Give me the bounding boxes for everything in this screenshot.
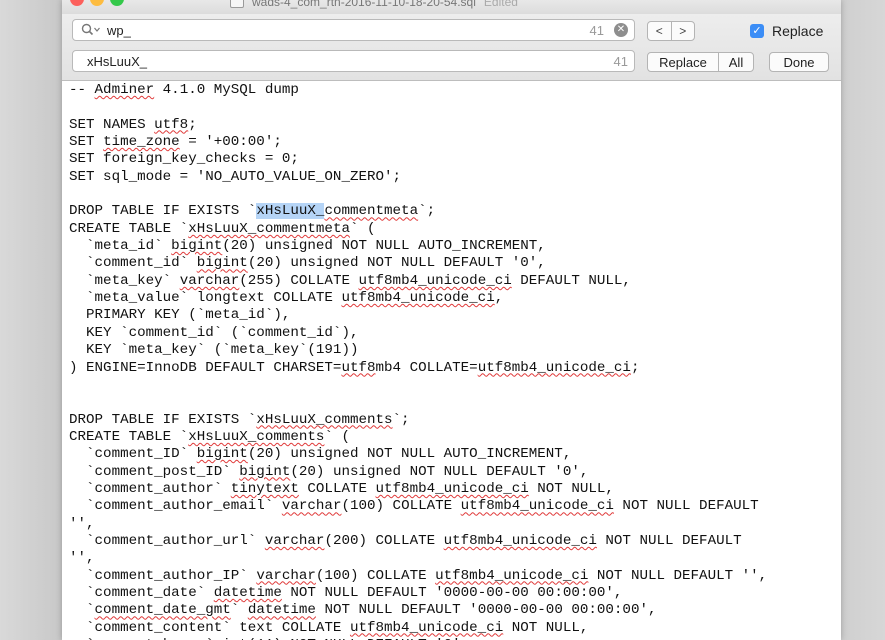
code-line: `comment_author_email` varchar(100) COLL… [69,498,759,515]
code-line: ​ [69,377,767,394]
code-line: `comment_ID` bigint(20) unsigned NOT NUL… [69,446,572,463]
window-title: wads-4_com_rtn-2016-11-10-18-20-54.sql Ed… [252,0,518,9]
search-icon[interactable] [81,23,101,37]
code-line: CREATE TABLE `xHsLuuX_comments` ( [69,428,350,445]
code-line: `comment_author_url` varchar(200) COLLAT… [69,532,742,549]
code-line: `comment_post_ID` bigint(20) unsigned NO… [69,463,589,480]
code-line: ​ [69,186,767,203]
code-line: `meta_value` longtext COLLATE utf8mb4_un… [69,290,504,307]
code-line: SET sql_mode = 'NO_AUTO_VALUE_ON_ZERO'; [69,168,402,185]
code-line: CREATE TABLE `xHsLuuX_commentmeta` ( [69,220,376,237]
code-line: -- Adminer 4.1.0 MySQL dump [69,82,299,98]
match-navigation: < > [647,21,695,41]
code-line: `comment_date` datetime NOT NULL DEFAULT… [69,584,623,601]
code-line: SET NAMES utf8; [69,116,197,133]
replace-match-count: 41 [613,54,628,69]
find-field-value: wp_ [107,23,131,38]
find-replace-bar: wp_ 41 ✕ < > ✓ Replace xHsLuuX_ 41 Repla… [62,14,841,81]
code-line: ​ [69,394,767,411]
code-line: ​ [69,99,767,116]
close-window-icon[interactable] [70,0,84,6]
chevron-left-icon: < [655,24,663,38]
background-right [841,0,885,640]
find-match-count: 41 [589,23,604,38]
editor-text-area[interactable]: -- Adminer 4.1.0 MySQL dump​SET NAMES ut… [62,81,841,640]
code-line: `meta_id` bigint(20) unsigned NOT NULL A… [69,238,546,255]
done-button[interactable]: Done [769,52,829,72]
replace-toggle[interactable]: ✓ Replace [750,23,823,39]
code-line: `comment_author` tinytext COLLATE utf8mb… [69,480,614,497]
code-line: PRIMARY KEY (`meta_id`), [69,307,291,324]
code-line: KEY `meta_key` (`meta_key`(191)) [69,342,359,359]
clear-search-icon[interactable]: ✕ [614,23,628,37]
zoom-window-icon[interactable] [110,0,124,6]
next-match-button[interactable]: > [670,22,695,40]
previous-match-button[interactable]: < [648,22,671,40]
code-line: `comment_content` text COLLATE utf8mb4_u… [69,619,589,636]
minimize-window-icon[interactable] [90,0,104,6]
code-line: `comment_author_IP` varchar(100) COLLATE… [69,567,768,584]
sql-code: -- Adminer 4.1.0 MySQL dump​SET NAMES ut… [69,82,767,640]
code-line: `comment_date_gmt` datetime NOT NULL DEF… [69,602,657,619]
code-line: SET foreign_key_checks = 0; [69,151,299,168]
find-field[interactable]: wp_ 41 ✕ [72,19,635,41]
document-icon [230,0,244,8]
replace-field[interactable]: xHsLuuX_ 41 [72,50,635,72]
code-line: KEY `comment_id` (`comment_id`), [69,324,359,341]
code-line: `meta_key` varchar(255) COLLATE utf8mb4_… [69,272,631,289]
replace-field-value: xHsLuuX_ [87,54,147,69]
code-line: '', [69,515,95,532]
code-line: '', [69,550,95,567]
replace-all-button[interactable]: All [718,52,754,72]
edited-label: Edited [483,0,518,9]
code-line: `comment_id` bigint(20) unsigned NOT NUL… [69,255,546,272]
replace-toggle-label: Replace [772,23,824,39]
replace-button[interactable]: Replace [647,52,719,72]
code-line: SET time_zone = '+00:00'; [69,134,282,151]
background-left [0,0,62,640]
chevron-right-icon: > [679,24,687,38]
text-editor-window: wads-4_com_rtn-2016-11-10-18-20-54.sql Ed… [62,0,841,640]
window-title-text: wads-4_com_rtn-2016-11-10-18-20-54.sql [252,0,476,9]
code-line: ) ENGINE=InnoDB DEFAULT CHARSET=utf8mb4 … [69,359,640,376]
title-bar: wads-4_com_rtn-2016-11-10-18-20-54.sql Ed… [62,0,841,14]
code-line: DROP TABLE IF EXISTS `xHsLuuX_comments`; [69,411,410,428]
replace-checkbox[interactable]: ✓ [750,24,764,38]
code-line: DROP TABLE IF EXISTS `xHsLuuX_commentmet… [69,203,436,220]
